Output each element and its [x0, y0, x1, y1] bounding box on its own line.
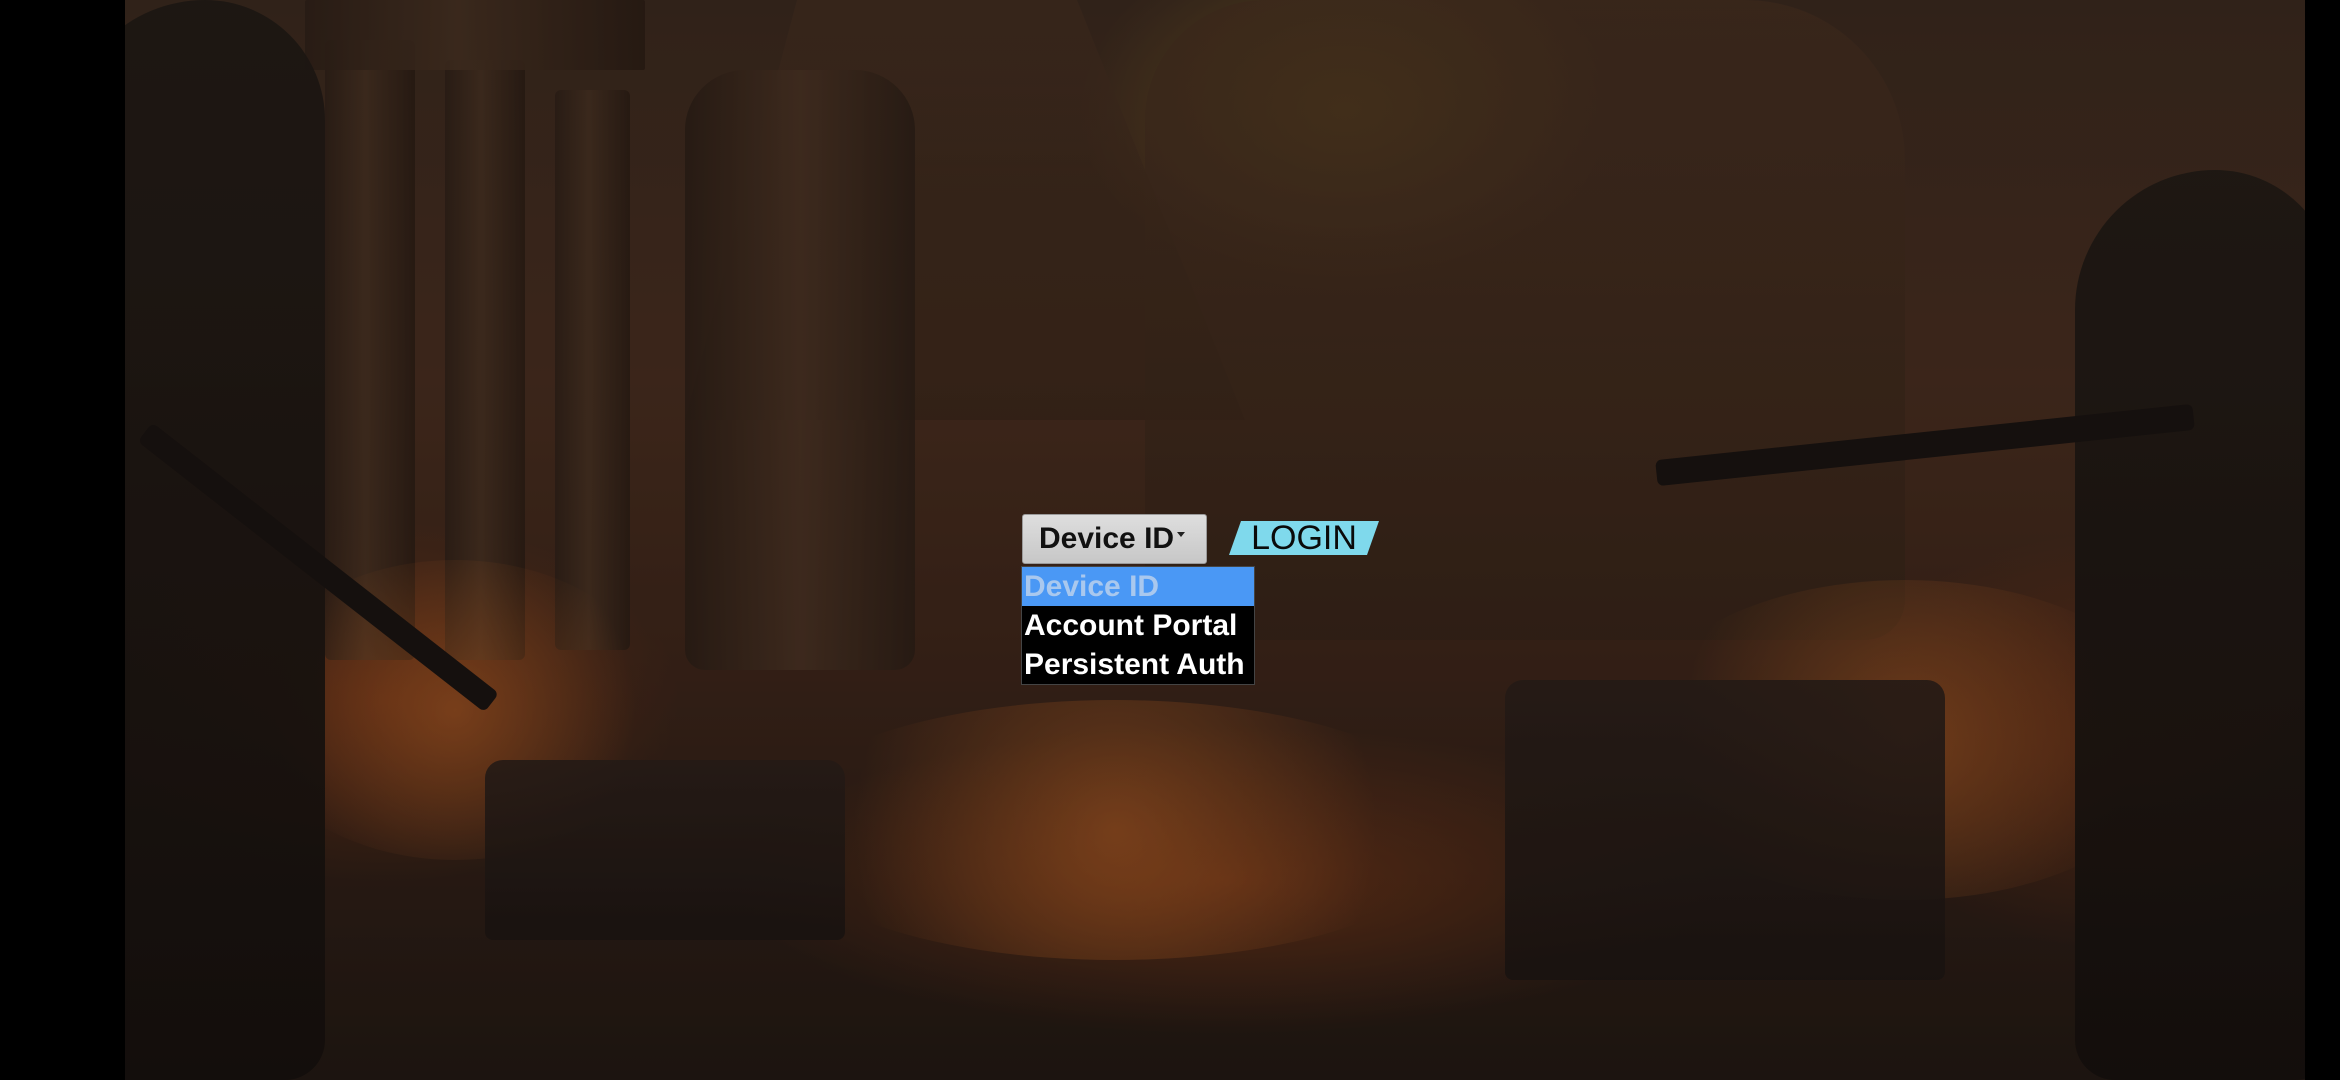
chevron-down-icon — [1177, 531, 1186, 537]
dropdown-option-persistent-auth[interactable]: Persistent Auth — [1022, 645, 1254, 684]
login-method-select-value: Device ID — [1039, 522, 1175, 555]
game-screen: Device ID LOGIN Device ID Account Portal… — [0, 0, 2340, 1080]
login-method-dropdown: Device ID Account Portal Persistent Auth — [1021, 566, 1255, 685]
dropdown-option-account-portal[interactable]: Account Portal — [1022, 606, 1254, 645]
login-button-label: LOGIN — [1251, 519, 1357, 557]
dropdown-option-device-id[interactable]: Device ID — [1022, 567, 1254, 606]
login-button[interactable]: LOGIN — [1229, 519, 1379, 557]
login-bar: Device ID LOGIN — [1022, 514, 1442, 564]
login-method-select[interactable]: Device ID — [1022, 514, 1207, 564]
